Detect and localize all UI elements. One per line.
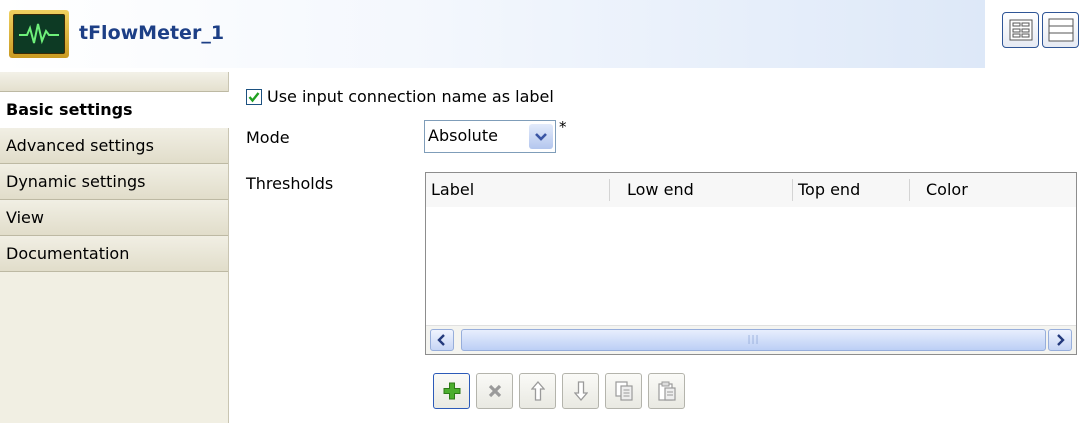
stacked-layout-icon [1048, 18, 1073, 42]
thresholds-table[interactable]: Label Low end Top end Color ||| [425, 172, 1077, 355]
scroll-right-button[interactable] [1048, 329, 1072, 351]
use-input-label-checkbox[interactable] [246, 88, 262, 105]
mode-select-value: Absolute [428, 126, 498, 145]
required-marker: * [559, 118, 567, 136]
paste-button[interactable] [648, 373, 685, 409]
scroll-thumb[interactable]: ||| [461, 329, 1046, 351]
add-row-button[interactable] [433, 373, 470, 409]
tab-dynamic-settings[interactable]: Dynamic settings [0, 164, 228, 200]
stacked-layout-button[interactable] [1042, 12, 1079, 48]
column-header-color[interactable]: Color [926, 180, 968, 199]
move-down-icon [573, 381, 588, 401]
mode-select[interactable]: Absolute [424, 120, 556, 153]
remove-row-button[interactable] [476, 373, 513, 409]
copy-button[interactable] [605, 373, 642, 409]
column-header-low-end[interactable]: Low end [627, 180, 694, 199]
tab-list-header [0, 72, 228, 92]
use-input-label-text: Use input connection name as label [267, 87, 554, 106]
move-up-icon [530, 381, 545, 401]
grid-layout-button[interactable] [1002, 12, 1039, 48]
mode-dropdown-button[interactable] [529, 124, 553, 149]
add-icon [443, 382, 460, 400]
horizontal-scrollbar[interactable]: ||| [426, 325, 1076, 354]
scroll-grip: ||| [747, 335, 760, 345]
component-header: tFlowMeter_1 [0, 0, 985, 68]
grid-layout-icon [1009, 19, 1032, 41]
scroll-left-button[interactable] [430, 329, 454, 351]
flow-meter-icon [9, 10, 69, 58]
paste-icon [657, 381, 676, 401]
chevron-down-icon [535, 132, 547, 141]
settings-tab-list: Basic settings Advanced settings Dynamic… [0, 72, 229, 423]
mode-label: Mode [246, 128, 290, 147]
checkmark-icon [248, 91, 260, 102]
column-header-top-end[interactable]: Top end [798, 180, 860, 199]
component-title: tFlowMeter_1 [79, 22, 225, 44]
column-header-label[interactable]: Label [431, 180, 474, 199]
thresholds-table-header: Label Low end Top end Color [426, 173, 1076, 207]
chevron-left-icon [437, 334, 445, 346]
chevron-right-icon [1057, 334, 1065, 346]
tab-view[interactable]: View [0, 200, 228, 236]
thresholds-label: Thresholds [246, 174, 334, 193]
copy-icon [614, 381, 633, 401]
tab-documentation[interactable]: Documentation [0, 236, 228, 272]
use-input-label-row: Use input connection name as label [246, 87, 554, 106]
move-up-button[interactable] [519, 373, 556, 409]
remove-icon [488, 384, 501, 398]
move-down-button[interactable] [562, 373, 599, 409]
tab-basic-settings[interactable]: Basic settings [0, 92, 229, 128]
tab-advanced-settings[interactable]: Advanced settings [0, 128, 228, 164]
